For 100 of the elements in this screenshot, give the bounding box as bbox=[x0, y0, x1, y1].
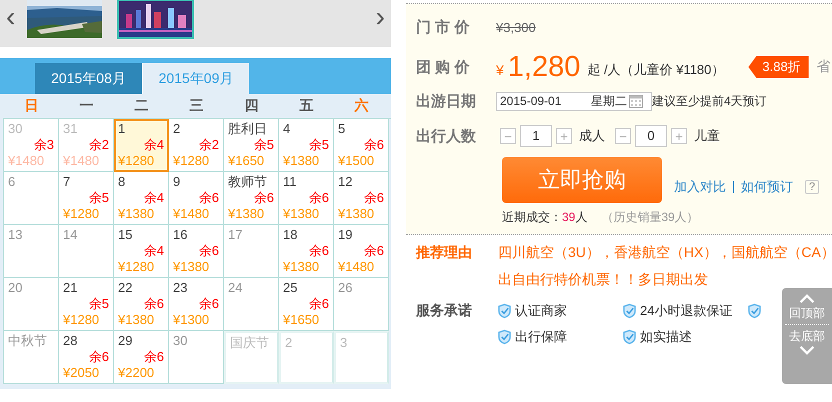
field-label: 出行人数 bbox=[416, 126, 477, 146]
day-cell[interactable]: 11 余6 ¥1380 bbox=[279, 172, 334, 225]
day-label: 29 bbox=[118, 333, 134, 348]
reason-text: 四川航空（3U），香港航空（HX），国航航空（CA） bbox=[498, 243, 832, 262]
remaining-seats: 余6 bbox=[338, 189, 384, 206]
shield-check-icon bbox=[748, 303, 761, 319]
day-label: 15 bbox=[118, 227, 134, 242]
count-field[interactable]: 1 bbox=[520, 125, 552, 147]
day-cell[interactable]: 21 余5 ¥1280 bbox=[59, 278, 114, 331]
day-label: 22 bbox=[118, 280, 134, 295]
section-label: 推荐理由 bbox=[416, 243, 473, 262]
remaining-seats: 余6 bbox=[228, 189, 274, 206]
day-label: 3 bbox=[340, 335, 348, 350]
remaining-seats: 余5 bbox=[283, 136, 329, 153]
day-price: ¥1380 bbox=[118, 206, 156, 222]
day-cell[interactable]: 5 余6 ¥1500 bbox=[334, 119, 389, 172]
day-label: 1 bbox=[118, 121, 126, 136]
shield-check-icon bbox=[498, 303, 511, 319]
day-label: 4 bbox=[283, 121, 292, 136]
day-cell[interactable]: 28 余6 ¥2050 bbox=[59, 331, 114, 384]
remaining-seats: 余4 bbox=[118, 189, 164, 206]
day-cell[interactable]: 23 余6 ¥1300 bbox=[169, 278, 224, 331]
down-chevron-icon[interactable] bbox=[799, 345, 815, 355]
day-label: 24 bbox=[228, 280, 244, 295]
day-label: 中秋节 bbox=[8, 333, 48, 348]
month-tab[interactable]: 2015年08月 bbox=[35, 63, 142, 94]
day-cell[interactable]: 19 余6 ¥1480 bbox=[334, 225, 389, 278]
count-field[interactable]: 0 bbox=[635, 125, 667, 147]
day-price: ¥1280 bbox=[173, 153, 210, 169]
day-cell[interactable]: 15 余4 ¥1280 bbox=[114, 225, 169, 278]
day-cell[interactable]: 9 余6 ¥1480 bbox=[169, 172, 224, 225]
day-cell[interactable]: 31 余2 ¥1480 bbox=[59, 119, 114, 172]
day-cell[interactable]: 胜利日 余5 ¥1650 bbox=[224, 119, 279, 172]
day-cell[interactable]: 25 余6 ¥1650 bbox=[279, 278, 334, 331]
day-label: 7 bbox=[63, 174, 72, 189]
day-price: ¥1280 bbox=[118, 153, 156, 169]
day-label: 16 bbox=[173, 227, 188, 242]
date-field[interactable]: 2015-09-01 星期二 bbox=[496, 92, 652, 110]
day-label: 2 bbox=[285, 335, 294, 350]
traveler-label: 儿童 bbox=[694, 127, 720, 145]
day-label: 28 bbox=[63, 333, 78, 348]
day-cell[interactable]: 1 余4 ¥1280 bbox=[114, 119, 169, 172]
day-cell[interactable]: 教师节 余6 ¥1380 bbox=[224, 172, 279, 225]
remaining-seats: 余2 bbox=[63, 136, 109, 153]
up-chevron-icon[interactable] bbox=[799, 294, 815, 304]
day-cell[interactable]: 4 余5 ¥1380 bbox=[279, 119, 334, 172]
remaining-seats: 余4 bbox=[118, 242, 164, 259]
day-cell[interactable]: 30 余3 ¥1480 bbox=[4, 119, 59, 172]
day-label: 12 bbox=[338, 174, 354, 189]
day-cell[interactable]: 2 余2 ¥1280 bbox=[169, 119, 224, 172]
day-label: 13 bbox=[8, 227, 24, 242]
day-price: ¥1480 bbox=[63, 153, 100, 169]
calendar-icon[interactable] bbox=[629, 94, 643, 108]
day-price: ¥1380 bbox=[173, 259, 210, 275]
day-price: ¥1380 bbox=[283, 153, 320, 169]
remaining-seats: 余6 bbox=[118, 348, 164, 365]
day-price: ¥2050 bbox=[63, 365, 100, 381]
day-label: 20 bbox=[8, 280, 24, 295]
day-cell[interactable]: 12 余6 ¥1380 bbox=[334, 172, 389, 225]
day-price: ¥1380 bbox=[283, 259, 320, 275]
weekday-label: 六 bbox=[353, 97, 370, 115]
text-link[interactable]: 加入对比 bbox=[674, 178, 726, 196]
help-button[interactable]: ? bbox=[805, 180, 820, 194]
field-label: 出游日期 bbox=[416, 92, 477, 110]
day-cell[interactable]: 7 余5 ¥1280 bbox=[59, 172, 114, 225]
day-label: 5 bbox=[338, 121, 346, 136]
day-price: ¥2200 bbox=[118, 365, 156, 381]
day-cell[interactable]: 18 余6 ¥1380 bbox=[279, 225, 334, 278]
text-link[interactable]: 如何预订 bbox=[741, 178, 793, 196]
discount-tag: 3.88折 bbox=[748, 56, 809, 78]
section-label: 服务承诺 bbox=[416, 301, 473, 320]
sales-history: （历史销量39人） bbox=[601, 208, 699, 226]
day-cell[interactable]: 16 余6 ¥1380 bbox=[169, 225, 224, 278]
remaining-seats: 余6 bbox=[63, 348, 109, 365]
reason-text: 出自由行特价机票！！多日期出发 bbox=[498, 270, 709, 289]
remaining-seats: 余3 bbox=[8, 136, 54, 153]
weekday-label: 一 bbox=[78, 97, 94, 115]
day-cell[interactable]: 8 余4 ¥1380 bbox=[114, 172, 169, 225]
remaining-seats: 余5 bbox=[228, 136, 274, 153]
day-price: ¥1480 bbox=[8, 153, 46, 169]
service-item: 认证商家 bbox=[515, 302, 567, 320]
day-cell[interactable]: 22 余6 ¥1380 bbox=[114, 278, 169, 331]
weekday-label: 二 bbox=[134, 97, 150, 115]
remaining-seats: 余6 bbox=[173, 295, 219, 312]
day-label: 25 bbox=[283, 280, 298, 295]
day-label: 6 bbox=[8, 174, 16, 189]
day-label: 8 bbox=[118, 174, 126, 189]
day-price: ¥1650 bbox=[228, 153, 266, 169]
day-price: ¥1280 bbox=[118, 259, 156, 275]
day-cell[interactable]: 29 余6 ¥2200 bbox=[114, 331, 169, 384]
shield-check-icon bbox=[623, 303, 636, 319]
day-label: 17 bbox=[228, 227, 244, 242]
day-label: 教师节 bbox=[228, 174, 268, 189]
day-label: 30 bbox=[8, 121, 24, 136]
weekday-label: 五 bbox=[298, 97, 314, 115]
day-price: ¥1380 bbox=[338, 206, 376, 222]
remaining-seats: 余6 bbox=[283, 189, 329, 206]
remaining-seats: 余6 bbox=[283, 295, 329, 312]
remaining-seats: 余6 bbox=[118, 295, 164, 312]
day-label: 19 bbox=[338, 227, 354, 242]
